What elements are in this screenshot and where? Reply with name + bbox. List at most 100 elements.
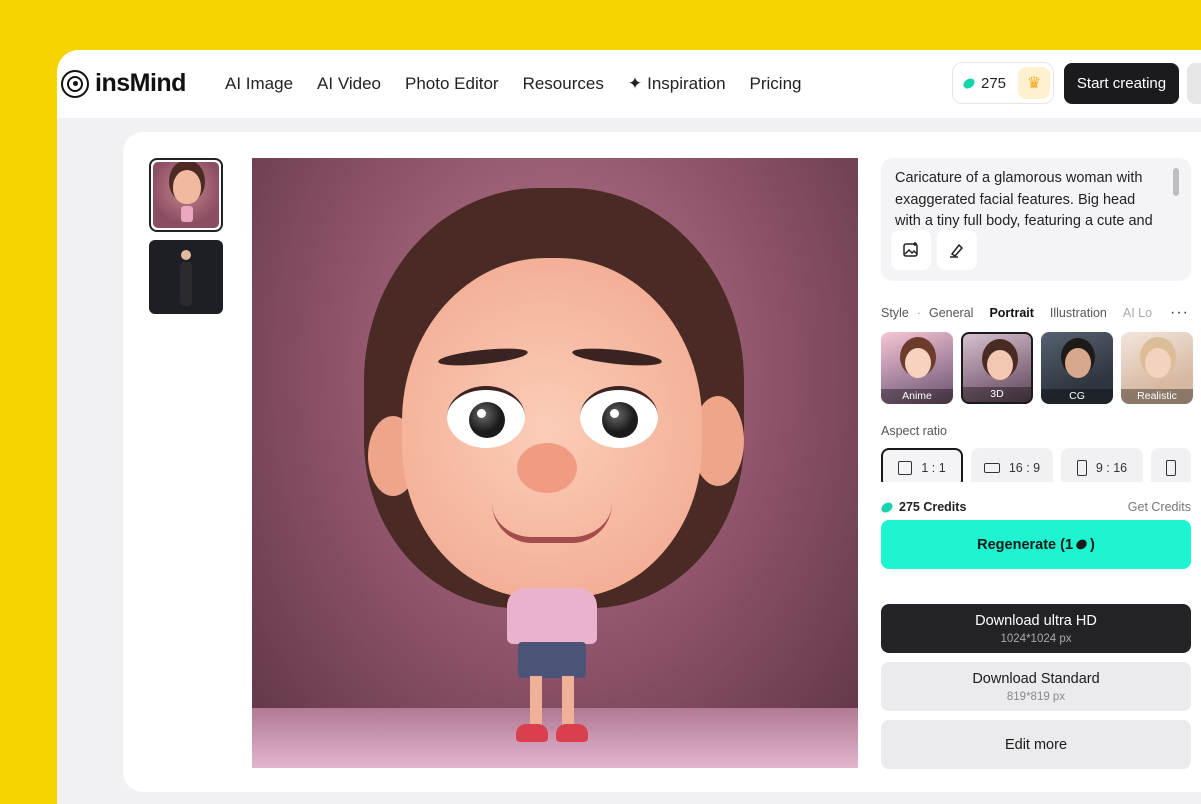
start-creating-button[interactable]: Start creating xyxy=(1064,63,1179,104)
style-card-label: Realistic xyxy=(1121,389,1193,404)
thumbnail-image xyxy=(153,162,219,228)
aspect-label: 1 : 1 xyxy=(921,461,946,475)
credit-bean-icon xyxy=(879,499,895,515)
style-thumb xyxy=(1065,348,1091,378)
character-shorts xyxy=(518,642,586,678)
square-ratio-icon xyxy=(898,461,913,475)
character-nose xyxy=(517,443,577,493)
app-window: insMind AI Image AI Video Photo Editor R… xyxy=(57,50,1201,804)
download-hd-label: Download ultra HD xyxy=(975,612,1097,629)
aspect-1-1-button[interactable]: 1 : 1 xyxy=(881,448,963,482)
aspect-more-button[interactable] xyxy=(1151,448,1191,482)
style-card-label: Anime xyxy=(881,389,953,404)
aspect-9-16-button[interactable]: 9 : 16 xyxy=(1061,448,1143,482)
sparkle-icon: ✦ xyxy=(627,74,643,93)
nav-inspiration[interactable]: ✦ Inspiration xyxy=(628,74,726,94)
nav-label: Resources xyxy=(522,74,604,93)
tab-ai-logo[interactable]: AI Lo xyxy=(1123,306,1152,320)
aspect-ratio-label: Aspect ratio xyxy=(881,424,948,438)
download-std-label: Download Standard xyxy=(972,670,1100,687)
nav-pricing[interactable]: Pricing xyxy=(750,74,802,94)
style-card-3d[interactable]: 3D xyxy=(961,332,1033,404)
nav-label: AI Video xyxy=(317,74,382,93)
credit-bean-icon xyxy=(961,75,977,91)
prompt-scrollbar[interactable] xyxy=(1173,168,1179,196)
nav-ai-video[interactable]: AI Video xyxy=(317,74,381,94)
style-card-cg[interactable]: CG xyxy=(1041,332,1113,404)
image-floor xyxy=(252,708,858,768)
nav-label: Pricing xyxy=(749,74,802,93)
generator-card: Caricature of a glamorous woman with exa… xyxy=(123,132,1201,792)
main-nav: AI Image AI Video Photo Editor Resources… xyxy=(225,74,802,94)
generated-image xyxy=(252,158,858,768)
logo-icon xyxy=(61,69,89,98)
style-separator: · xyxy=(916,306,921,320)
aspect-ratio-options: 1 : 1 16 : 9 9 : 16 xyxy=(881,448,1193,482)
aspect-label: 16 : 9 xyxy=(1008,461,1041,475)
brand-name: insMind xyxy=(95,69,186,97)
nav-label: Inspiration xyxy=(647,74,726,93)
style-card-realistic[interactable]: Realistic xyxy=(1121,332,1193,404)
more-options-icon[interactable]: ··· xyxy=(1170,304,1189,322)
landscape-ratio-icon xyxy=(983,463,1000,473)
thumbnail-dark-figure[interactable] xyxy=(149,240,223,314)
character-shoe xyxy=(556,724,588,742)
thumbnail-body xyxy=(180,262,192,306)
credits-count: 275 xyxy=(981,74,1007,92)
image-add-icon[interactable] xyxy=(891,230,931,270)
style-card-label: CG xyxy=(1041,389,1113,404)
download-standard-button[interactable]: Download Standard 819*819 px xyxy=(881,662,1191,711)
edit-more-button[interactable]: Edit more xyxy=(881,720,1191,769)
regenerate-suffix: ) xyxy=(1090,536,1095,553)
settings-panel: Caricature of a glamorous woman with exa… xyxy=(879,158,1193,778)
style-tabs: Style · General Portrait Illustration AI… xyxy=(881,304,1193,322)
character-leg xyxy=(530,676,542,726)
tab-illustration[interactable]: Illustration xyxy=(1050,306,1107,320)
thumbnail-body xyxy=(181,206,193,222)
credit-bean-icon xyxy=(1074,537,1089,552)
credits-row: 275 Credits Get Credits xyxy=(879,499,1191,515)
style-card-label: 3D xyxy=(963,387,1031,402)
thumbnail-head xyxy=(181,250,191,260)
tab-portrait[interactable]: Portrait xyxy=(989,306,1033,320)
style-card-anime[interactable]: Anime xyxy=(881,332,953,404)
tab-general[interactable]: General xyxy=(929,306,973,320)
download-ultra-hd-button[interactable]: Download ultra HD 1024*1024 px xyxy=(881,604,1191,653)
nav-ai-image[interactable]: AI Image xyxy=(225,74,293,94)
get-credits-link[interactable]: Get Credits xyxy=(1128,500,1191,514)
style-label: Style xyxy=(881,306,909,320)
character-eye xyxy=(580,386,658,448)
character-face xyxy=(402,258,702,598)
brand-logo[interactable]: insMind xyxy=(61,69,186,98)
regenerate-label: Regenerate (1 xyxy=(977,536,1074,553)
character-eye xyxy=(447,386,525,448)
top-navbar: insMind AI Image AI Video Photo Editor R… xyxy=(57,50,1201,118)
download-hd-size: 1024*1024 px xyxy=(1000,632,1072,645)
prompt-box[interactable]: Caricature of a glamorous woman with exa… xyxy=(881,158,1191,281)
style-cards: Anime 3D CG Realistic xyxy=(881,332,1193,406)
download-std-size: 819*819 px xyxy=(1006,690,1066,703)
aspect-label: 9 : 16 xyxy=(1095,461,1128,475)
character-shoe xyxy=(516,724,548,742)
nav-label: Photo Editor xyxy=(405,74,499,93)
aspect-16-9-button[interactable]: 16 : 9 xyxy=(971,448,1053,482)
character-shirt xyxy=(507,588,597,644)
nav-resources[interactable]: Resources xyxy=(523,74,604,94)
crown-icon[interactable]: ♛ xyxy=(1018,67,1050,99)
portrait-ratio-icon xyxy=(1076,460,1087,476)
brush-icon[interactable] xyxy=(937,230,977,270)
style-thumb xyxy=(987,350,1013,380)
style-thumb xyxy=(905,348,931,378)
account-button[interactable] xyxy=(1187,63,1201,104)
nav-photo-editor[interactable]: Photo Editor xyxy=(405,74,499,94)
character-leg xyxy=(562,676,574,726)
thumbnail-cartoon-girl[interactable] xyxy=(149,158,223,232)
nav-label: AI Image xyxy=(225,74,294,93)
credits-info: 275 Credits xyxy=(879,499,966,515)
ratio-icon xyxy=(1166,460,1176,476)
prompt-textarea[interactable]: Caricature of a glamorous woman with exa… xyxy=(895,168,1165,230)
style-thumb xyxy=(1145,348,1171,378)
credits-badge[interactable]: 275 ♛ xyxy=(952,62,1054,104)
thumbnail-face xyxy=(173,170,201,204)
regenerate-button[interactable]: Regenerate (1 ) xyxy=(881,520,1191,569)
